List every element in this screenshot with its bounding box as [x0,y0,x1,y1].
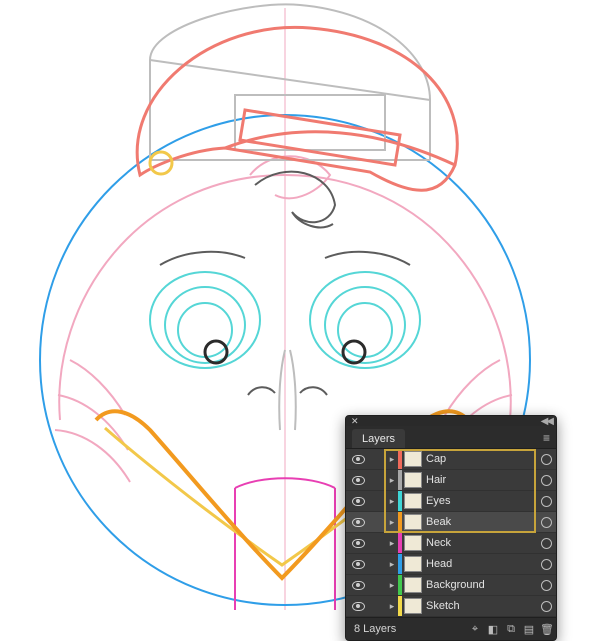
expand-arrow-icon[interactable]: ▸ [386,538,398,549]
target-icon[interactable] [536,538,556,549]
layer-color-swatch [398,512,402,532]
eye-icon [352,581,365,590]
visibility-toggle[interactable] [346,518,370,527]
layer-name[interactable]: Background [426,579,536,591]
layer-thumbnail [404,493,422,509]
visibility-toggle[interactable] [346,581,370,590]
layer-thumbnail [404,514,422,530]
visibility-toggle[interactable] [346,455,370,464]
layer-row[interactable]: ▸ Neck [346,533,556,554]
eye-icon [352,539,365,548]
visibility-toggle[interactable] [346,539,370,548]
eye-icon [352,497,365,506]
layer-row[interactable]: ▸ Head [346,554,556,575]
panel-grip[interactable]: ✕ ◀◀ [346,416,556,426]
close-icon[interactable]: ✕ [351,417,359,426]
nostril-left [248,387,275,395]
eye-icon [352,518,365,527]
layer-row[interactable]: ▸ Cap [346,449,556,470]
eye-icon [352,602,365,611]
delete-layer-icon[interactable]: 🗑 [538,623,556,636]
target-icon[interactable] [536,517,556,528]
expand-arrow-icon[interactable]: ▸ [386,601,398,612]
layer-name[interactable]: Neck [426,537,536,549]
panel-tabbar: Layers ≡ [346,426,556,449]
layer-color-swatch [398,470,402,490]
nostril-right [300,387,327,395]
layer-row[interactable]: ▸ Beak [346,512,556,533]
eye-icon [352,476,365,485]
layer-row[interactable]: ▸ Hair [346,470,556,491]
layer-color-swatch [398,491,402,511]
layer-thumbnail [404,451,422,467]
target-icon[interactable] [536,601,556,612]
eyebrow-left [160,252,245,265]
target-icon[interactable] [536,559,556,570]
layer-name[interactable]: Cap [426,453,536,465]
layer-color-swatch [398,596,402,616]
panel-footer: 8 Layers ⌖ ◧ ⧉ ▤ 🗑 [346,617,556,640]
layers-panel[interactable]: ✕ ◀◀ Layers ≡ ▸ Cap ▸ Hair ▸ Eyes ▸ Beak ▸ Neck ▸ H… [345,415,557,641]
locate-object-icon[interactable]: ⌖ [466,623,484,636]
new-sublayer-icon[interactable]: ⧉ [502,623,520,636]
target-icon[interactable] [536,475,556,486]
layer-list: ▸ Cap ▸ Hair ▸ Eyes ▸ Beak ▸ Neck ▸ Head ▸ Background… [346,449,556,617]
visibility-toggle[interactable] [346,602,370,611]
visibility-toggle[interactable] [346,476,370,485]
layer-thumbnail [404,535,422,551]
expand-arrow-icon[interactable]: ▸ [386,517,398,528]
target-icon[interactable] [536,454,556,465]
expand-arrow-icon[interactable]: ▸ [386,580,398,591]
hair-curl [255,172,335,228]
layer-color-swatch [398,575,402,595]
layer-thumbnail [404,577,422,593]
eye-icon [352,455,365,464]
target-icon[interactable] [536,496,556,507]
expand-arrow-icon[interactable]: ▸ [386,454,398,465]
layer-row[interactable]: ▸ Background [346,575,556,596]
layer-row[interactable]: ▸ Sketch [346,596,556,617]
eyebrow-right [325,252,410,265]
layer-name[interactable]: Sketch [426,600,536,612]
pupil-left [205,341,227,363]
layer-color-swatch [398,533,402,553]
expand-arrow-icon[interactable]: ▸ [386,559,398,570]
panel-menu-icon[interactable]: ≡ [543,431,550,448]
layer-name[interactable]: Head [426,558,536,570]
expand-arrow-icon[interactable]: ▸ [386,475,398,486]
new-layer-icon[interactable]: ▤ [520,623,538,636]
target-icon[interactable] [536,580,556,591]
make-clipping-mask-icon[interactable]: ◧ [484,623,502,636]
layer-color-swatch [398,554,402,574]
layer-count: 8 Layers [354,623,396,635]
layer-name[interactable]: Hair [426,474,536,486]
tab-layers[interactable]: Layers [352,429,405,448]
layer-color-swatch [398,449,402,469]
layer-thumbnail [404,472,422,488]
eye-icon [352,560,365,569]
pupil-right [343,341,365,363]
visibility-toggle[interactable] [346,497,370,506]
visibility-toggle[interactable] [346,560,370,569]
layer-row[interactable]: ▸ Eyes [346,491,556,512]
layer-name[interactable]: Beak [426,516,536,528]
layer-name[interactable]: Eyes [426,495,536,507]
collapse-icon[interactable]: ◀◀ [541,416,552,427]
layer-thumbnail [404,598,422,614]
expand-arrow-icon[interactable]: ▸ [386,496,398,507]
layer-thumbnail [404,556,422,572]
